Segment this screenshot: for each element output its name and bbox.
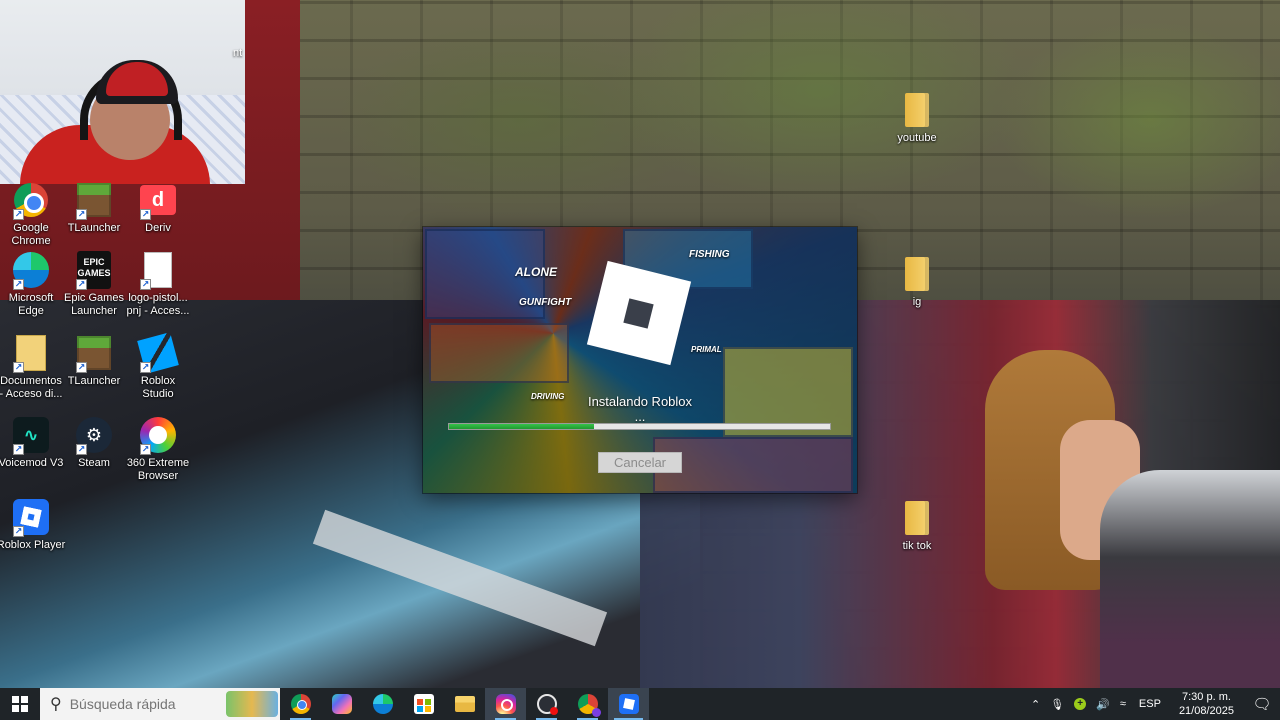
desktop-icon-deriv[interactable]: d ↗ Deriv xyxy=(123,180,193,235)
desktop-icon-folder-youtube[interactable]: youtube xyxy=(882,90,952,145)
copilot-icon xyxy=(331,694,352,714)
roblox-installer-dialog: ALONE GUNFIGHT FISHING DRIVING PRIMAL In… xyxy=(423,227,857,493)
edge-icon xyxy=(372,694,393,714)
file-explorer-icon xyxy=(454,696,475,712)
folder-icon xyxy=(905,93,929,127)
desktop-icon-label: Deriv xyxy=(145,222,171,234)
folder-icon xyxy=(905,501,929,535)
desktop-icon-roblox-studio[interactable]: ↗ Roblox Studio xyxy=(123,332,193,401)
wifi-icon[interactable]: ≈ xyxy=(1115,688,1131,720)
microphone-icon[interactable]: 🎙 xyxy=(1045,688,1069,720)
shortcut-arrow-icon: ↗ xyxy=(76,279,87,290)
microsoft-store-icon xyxy=(413,694,434,714)
taskbar-app-speedometer[interactable] xyxy=(526,688,567,720)
desktop-icon-label: youtube xyxy=(897,132,937,144)
search-highlight-icon xyxy=(226,691,278,717)
search-input[interactable] xyxy=(69,696,220,712)
shortcut-arrow-icon: ↗ xyxy=(140,362,151,373)
shortcut-arrow-icon: ↗ xyxy=(76,444,87,455)
desktop-icon-steam[interactable]: ⚙ ↗ Steam xyxy=(59,415,129,470)
system-tray: ⌃ 🎙 + 🔊 ≈ ESP 7:30 p. m. 21/08/2025 🗨 xyxy=(1026,688,1280,720)
shortcut-arrow-icon: ↗ xyxy=(13,362,24,373)
start-button[interactable] xyxy=(0,688,40,720)
roblox-icon xyxy=(618,694,639,714)
taskbar-search-box[interactable]: ⚲ xyxy=(40,688,280,720)
wallpaper-car-right xyxy=(1100,470,1280,688)
tray-app-icon[interactable]: + xyxy=(1069,688,1091,720)
windows-logo-icon xyxy=(12,696,28,712)
installer-tile-label: ALONE xyxy=(515,265,557,279)
taskbar-app-edge[interactable] xyxy=(362,688,403,720)
desktop-icon-label: TLauncher xyxy=(67,222,121,234)
desktop-icon-logo-pistol[interactable]: ↗ logo-pistol... pnj - Acces... xyxy=(123,250,193,318)
installer-tile-label: GUNFIGHT xyxy=(519,297,572,308)
desktop-icon-documentos[interactable]: ↗ Documentos - Acceso di... xyxy=(0,333,66,401)
search-icon: ⚲ xyxy=(50,696,62,713)
webcam-overlay: nt xyxy=(0,0,245,184)
show-hidden-icons-chevron-up-icon[interactable]: ⌃ xyxy=(1026,688,1045,720)
chrome-profile-icon xyxy=(577,694,601,717)
desktop-icon-google-chrome[interactable]: ↗ Google Chrome xyxy=(0,180,66,248)
shortcut-arrow-icon: ↗ xyxy=(13,526,24,537)
installer-tile-label: DRIVING xyxy=(531,392,565,401)
desktop-icon-label: Documentos - Acceso di... xyxy=(0,375,63,400)
volume-icon[interactable]: 🔊 xyxy=(1091,688,1115,720)
desktop-icon-label: Epic Games Launcher xyxy=(64,292,124,317)
desktop-icon-label: tik tok xyxy=(902,540,932,552)
installer-tile-label: PRIMAL xyxy=(691,345,722,354)
desktop-icon-label: TLauncher xyxy=(67,375,121,387)
clock-time: 7:30 p. m. xyxy=(1182,691,1231,703)
installer-progress-fill xyxy=(449,424,594,429)
taskbar-app-chrome-profile[interactable] xyxy=(567,688,608,720)
taskbar-app-chrome[interactable] xyxy=(280,688,321,720)
desktop-icon-label: Voicemod V3 xyxy=(0,457,64,469)
clock[interactable]: 7:30 p. m. 21/08/2025 xyxy=(1169,688,1244,720)
desktop-icon-epic-games-launcher[interactable]: EPIC GAMES ↗ Epic Games Launcher xyxy=(59,250,129,318)
chrome-icon xyxy=(290,694,311,714)
language-indicator[interactable]: ESP xyxy=(1131,688,1169,720)
folder-icon xyxy=(905,257,929,291)
desktop-icon-label: logo-pistol... pnj - Acces... xyxy=(126,292,190,317)
notification-center-icon[interactable]: 🗨 xyxy=(1244,688,1280,720)
desktop-icon-label: Roblox Studio xyxy=(140,375,176,400)
desktop-icon-label: ig xyxy=(912,296,922,308)
shortcut-arrow-icon: ↗ xyxy=(76,362,87,373)
desktop-icon-folder-tik-tok[interactable]: tik tok xyxy=(882,498,952,553)
desktop-icon-label: Steam xyxy=(78,457,110,469)
cancel-button[interactable]: Cancelar xyxy=(598,452,682,473)
shortcut-arrow-icon: ↗ xyxy=(140,209,151,220)
desktop-icon-label: Roblox Player xyxy=(0,539,66,551)
instagram-icon xyxy=(495,694,516,714)
webcam-fragment-text: nt xyxy=(233,47,243,59)
desktop-icon-label: 360 Extreme Browser xyxy=(126,457,190,482)
shortcut-arrow-icon: ↗ xyxy=(13,444,24,455)
shortcut-arrow-icon: ↗ xyxy=(13,209,24,220)
installer-tile xyxy=(653,437,853,493)
taskbar-app-instagram[interactable] xyxy=(485,688,526,720)
desktop-icon-folder-ig[interactable]: ig xyxy=(882,254,952,309)
installer-status-text: Instalando Roblox ... xyxy=(587,394,693,424)
installer-tile xyxy=(429,323,569,383)
shortcut-arrow-icon: ↗ xyxy=(140,279,151,290)
taskbar-app-store[interactable] xyxy=(403,688,444,720)
desktop-icon-tlauncher[interactable]: ↗ TLauncher xyxy=(59,180,129,235)
desktop-icon-roblox-player[interactable]: ↗ Roblox Player xyxy=(0,497,66,552)
shortcut-arrow-icon: ↗ xyxy=(76,209,87,220)
speedometer-icon xyxy=(536,694,558,715)
desktop-icon-voicemod[interactable]: ∿ ↗ Voicemod V3 xyxy=(0,415,66,470)
desktop-icon-label: Microsoft Edge xyxy=(8,292,54,317)
desktop-icon-label: Google Chrome xyxy=(11,222,51,247)
shortcut-arrow-icon: ↗ xyxy=(13,279,24,290)
desktop-icon-tlauncher-2[interactable]: ↗ TLauncher xyxy=(59,333,129,388)
shortcut-arrow-icon: ↗ xyxy=(140,444,151,455)
clock-date: 21/08/2025 xyxy=(1178,705,1234,717)
taskbar-app-roblox[interactable] xyxy=(608,688,649,720)
installer-tile-label: FISHING xyxy=(689,249,730,260)
desktop-icon-microsoft-edge[interactable]: ↗ Microsoft Edge xyxy=(0,250,66,318)
taskbar-app-copilot[interactable] xyxy=(321,688,362,720)
installer-progress-bar xyxy=(448,423,831,430)
taskbar-app-file-explorer[interactable] xyxy=(444,688,485,720)
taskbar: ⚲ ⌃ 🎙 + 🔊 ≈ ESP 7:30 p. m. 21/08/2025 🗨 xyxy=(0,688,1280,720)
desktop-icon-360-extreme-browser[interactable]: ↗ 360 Extreme Browser xyxy=(123,415,193,483)
